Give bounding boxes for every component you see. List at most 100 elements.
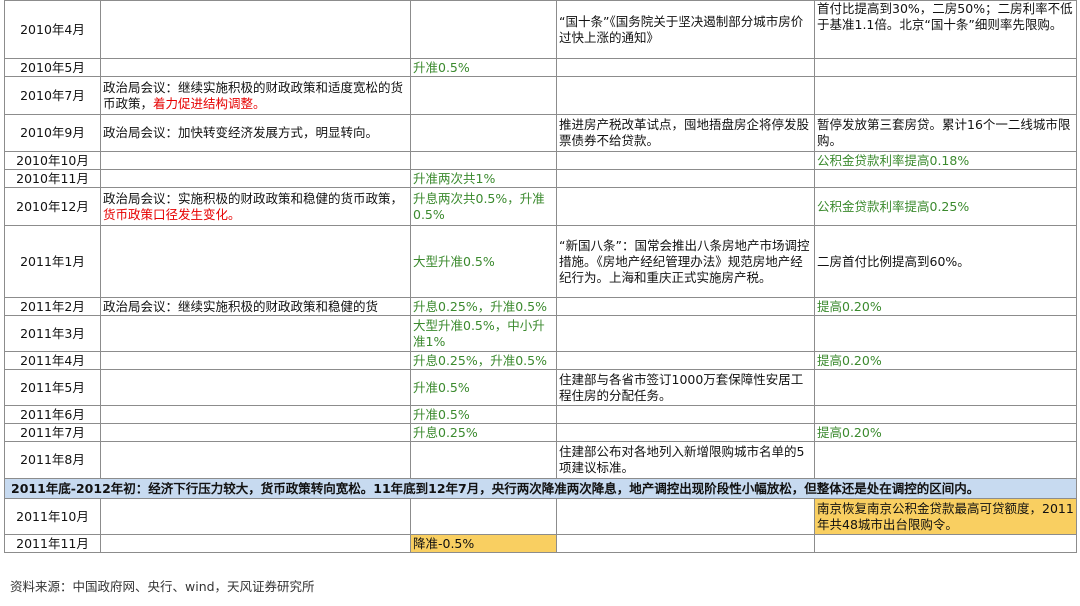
politburo-cell bbox=[100, 169, 411, 188]
politburo-cell bbox=[100, 315, 411, 352]
policy-cell bbox=[556, 351, 815, 370]
politburo-cell: 政治局会议：实施积极的财政政策和稳健的货币政策，货币政策口径发生变化。 bbox=[100, 187, 411, 226]
credit-cell: 二房首付比例提高到60%。 bbox=[814, 225, 1077, 298]
credit-cell: 公积金贷款利率提高0.18% bbox=[814, 151, 1077, 170]
table-row: 2010年12月 政治局会议：实施积极的财政政策和稳健的货币政策，货币政策口径发… bbox=[4, 187, 1077, 226]
politburo-cell: 政治局会议：继续实施积极的财政政策和稳健的货 bbox=[100, 297, 411, 316]
credit-cell: 提高0.20% bbox=[814, 297, 1077, 316]
policy-cell bbox=[556, 76, 815, 115]
politburo-cell bbox=[100, 0, 411, 59]
credit-cell bbox=[814, 58, 1077, 77]
politburo-highlight: 着力促进结构调整。 bbox=[153, 95, 266, 111]
credit-cell bbox=[814, 76, 1077, 115]
monetary-cell bbox=[410, 0, 557, 59]
table-row: 2011年3月 大型升准0.5%，中小升准1% bbox=[4, 315, 1077, 352]
politburo-cell bbox=[100, 423, 411, 442]
table-row: 2010年5月 升准0.5% bbox=[4, 58, 1077, 77]
monetary-cell: 升息0.25%，升准0.5% bbox=[410, 351, 557, 370]
row-date: 2011年3月 bbox=[4, 315, 101, 352]
policy-cell bbox=[556, 58, 815, 77]
policy-cell bbox=[556, 151, 815, 170]
policy-cell bbox=[556, 315, 815, 352]
policy-timeline-table: 2010年4月 “国十条”《国务院关于坚决遏制部分城市房价过快上涨的通知》 首付… bbox=[4, 0, 1077, 553]
credit-cell: 首付比提高到30%，二房50%；二房利率不低于基准1.1倍。北京“国十条”细则率… bbox=[814, 0, 1077, 59]
monetary-cell bbox=[410, 151, 557, 170]
row-date: 2011年10月 bbox=[4, 498, 101, 535]
credit-cell: 暂停发放第三套房贷。累计16个一二线城市限购。 bbox=[814, 114, 1077, 152]
row-date: 2011年6月 bbox=[4, 405, 101, 424]
monetary-cell bbox=[410, 76, 557, 115]
politburo-cell bbox=[100, 225, 411, 298]
source-note: 资料来源：中国政府网、央行、wind，天风证券研究所 bbox=[10, 579, 315, 594]
policy-cell bbox=[556, 423, 815, 442]
politburo-cell: 政治局会议：加快转变经济发展方式，明显转向。 bbox=[100, 114, 411, 152]
politburo-cell bbox=[100, 369, 411, 406]
monetary-cell: 升准两次共1% bbox=[410, 169, 557, 188]
table-row: 2010年4月 “国十条”《国务院关于坚决遏制部分城市房价过快上涨的通知》 首付… bbox=[4, 0, 1077, 59]
politburo-cell bbox=[100, 405, 411, 424]
monetary-cell: 升准0.5% bbox=[410, 58, 557, 77]
policy-cell: 推进房产税改革试点，囤地捂盘房企将停发股票债券不给贷款。 bbox=[556, 114, 815, 152]
table-row: 2011年1月 大型升准0.5% “新国八条”：国常会推出八条房地产市场调控措施… bbox=[4, 225, 1077, 298]
table-row: 2011年10月 南京恢复南京公积金贷款最高可贷额度，2011年共48城市出台限… bbox=[4, 498, 1077, 535]
table-row: 2010年9月 政治局会议：加快转变经济发展方式，明显转向。 推进房产税改革试点… bbox=[4, 114, 1077, 152]
monetary-cell bbox=[410, 498, 557, 535]
policy-cell bbox=[556, 534, 815, 553]
monetary-cell: 降准-0.5% bbox=[410, 534, 557, 553]
policy-cell bbox=[556, 297, 815, 316]
table-row: 2011年11月 降准-0.5% bbox=[4, 534, 1077, 553]
row-date: 2011年2月 bbox=[4, 297, 101, 316]
monetary-cell: 升准0.5% bbox=[410, 405, 557, 424]
credit-cell bbox=[814, 315, 1077, 352]
credit-cell bbox=[814, 405, 1077, 424]
politburo-cell: 政治局会议：继续实施积极的财政政策和适度宽松的货币政策，着力促进结构调整。 bbox=[100, 76, 411, 115]
table-row: 2011年2月 政治局会议：继续实施积极的财政政策和稳健的货 升息0.25%，升… bbox=[4, 297, 1077, 316]
monetary-cell: 升息两次共0.5%，升准0.5% bbox=[410, 187, 557, 226]
row-date: 2010年9月 bbox=[4, 114, 101, 152]
row-date: 2010年12月 bbox=[4, 187, 101, 226]
monetary-cell bbox=[410, 114, 557, 152]
credit-cell: 提高0.20% bbox=[814, 351, 1077, 370]
monetary-cell: 升息0.25% bbox=[410, 423, 557, 442]
monetary-cell: 大型升准0.5%，中小升准1% bbox=[410, 315, 557, 352]
politburo-cell bbox=[100, 351, 411, 370]
credit-cell bbox=[814, 441, 1077, 479]
policy-cell bbox=[556, 169, 815, 188]
policy-cell bbox=[556, 498, 815, 535]
row-date: 2011年7月 bbox=[4, 423, 101, 442]
monetary-cell: 大型升准0.5% bbox=[410, 225, 557, 298]
table-row: 2010年10月 公积金贷款利率提高0.18% bbox=[4, 151, 1077, 170]
row-date: 2011年5月 bbox=[4, 369, 101, 406]
credit-cell: 南京恢复南京公积金贷款最高可贷额度，2011年共48城市出台限购令。 bbox=[814, 498, 1077, 535]
politburo-highlight: 货币政策口径发生变化。 bbox=[103, 206, 241, 222]
policy-cell bbox=[556, 405, 815, 424]
policy-cell: 住建部公布对各地列入新增限购城市名单的5项建议标准。 bbox=[556, 441, 815, 479]
monetary-cell bbox=[410, 441, 557, 479]
period-banner: 2011年底-2012年初：经济下行压力较大，货币政策转向宽松。11年底到12年… bbox=[4, 478, 1077, 499]
policy-cell: “新国八条”：国常会推出八条房地产市场调控措施。《房地产经纪管理办法》规范房地产… bbox=[556, 225, 815, 298]
table-row: 2010年11月 升准两次共1% bbox=[4, 169, 1077, 188]
credit-cell bbox=[814, 169, 1077, 188]
credit-cell: 公积金贷款利率提高0.25% bbox=[814, 187, 1077, 226]
row-date: 2011年11月 bbox=[4, 534, 101, 553]
politburo-text: 政治局会议：实施积极的财政政策和稳健的货币政策， bbox=[103, 190, 404, 206]
row-date: 2010年10月 bbox=[4, 151, 101, 170]
credit-cell: 提高0.20% bbox=[814, 423, 1077, 442]
politburo-cell bbox=[100, 151, 411, 170]
row-date: 2011年1月 bbox=[4, 225, 101, 298]
politburo-cell bbox=[100, 534, 411, 553]
monetary-cell: 升息0.25%，升准0.5% bbox=[410, 297, 557, 316]
table-row: 2010年7月 政治局会议：继续实施积极的财政政策和适度宽松的货币政策，着力促进… bbox=[4, 76, 1077, 115]
row-date: 2011年4月 bbox=[4, 351, 101, 370]
credit-cell bbox=[814, 534, 1077, 553]
row-date: 2010年7月 bbox=[4, 76, 101, 115]
table-row: 2011年6月 升准0.5% bbox=[4, 405, 1077, 424]
politburo-cell bbox=[100, 498, 411, 535]
policy-cell: 住建部与各省市签订1000万套保障性安居工程住房的分配任务。 bbox=[556, 369, 815, 406]
table-row: 2011年7月 升息0.25% 提高0.20% bbox=[4, 423, 1077, 442]
policy-cell: “国十条”《国务院关于坚决遏制部分城市房价过快上涨的通知》 bbox=[556, 0, 815, 59]
table-row: 2011年4月 升息0.25%，升准0.5% 提高0.20% bbox=[4, 351, 1077, 370]
table-row: 2011年8月 住建部公布对各地列入新增限购城市名单的5项建议标准。 bbox=[4, 441, 1077, 479]
period-banner-row: 2011年底-2012年初：经济下行压力较大，货币政策转向宽松。11年底到12年… bbox=[4, 478, 1077, 499]
row-date: 2010年11月 bbox=[4, 169, 101, 188]
